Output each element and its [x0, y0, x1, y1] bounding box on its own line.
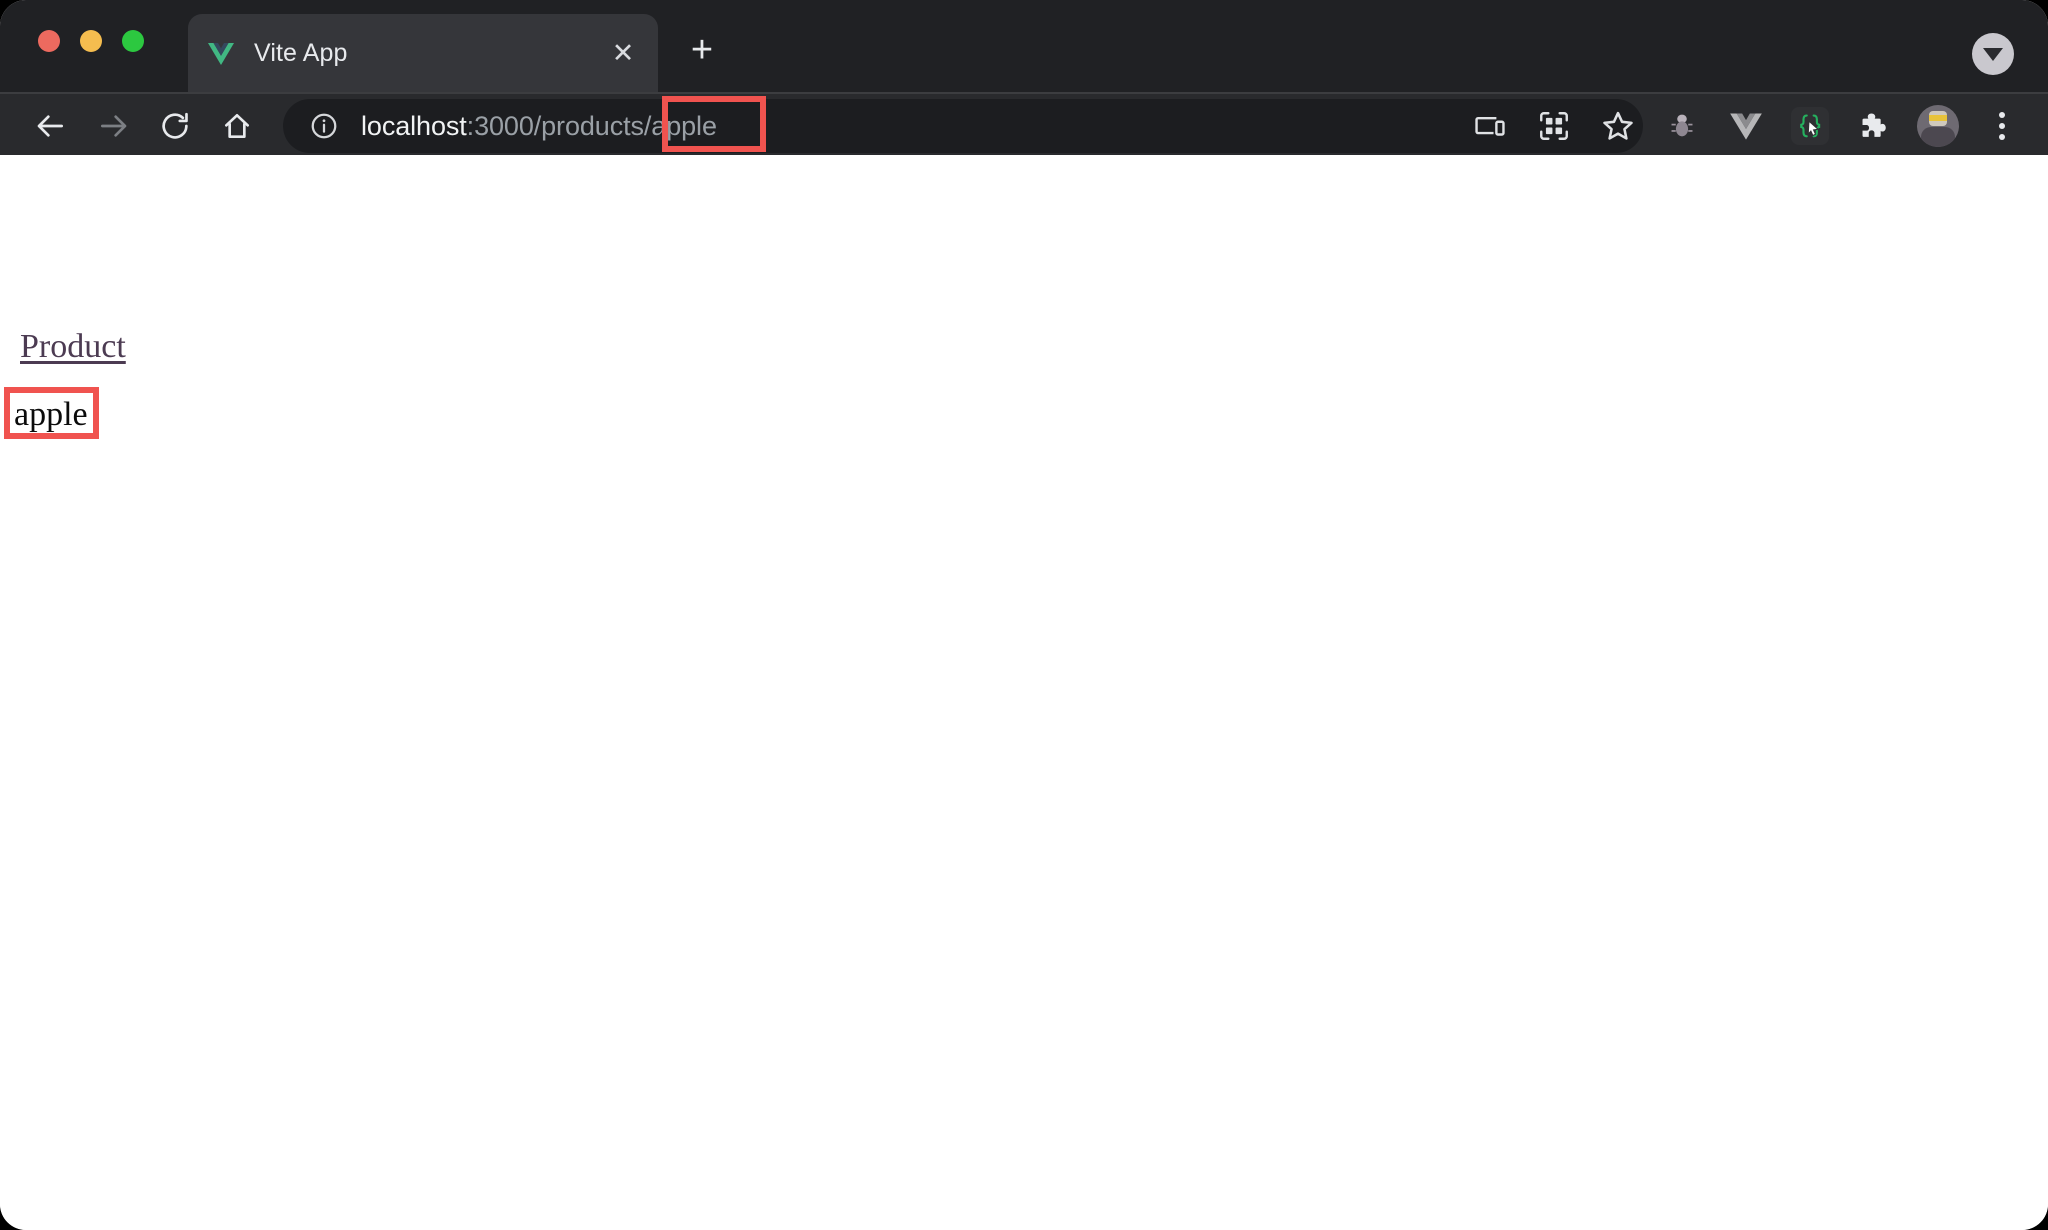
url-host: localhost — [361, 111, 467, 141]
browser-window: Vite App ✕ + localhost:3000/products/app… — [0, 0, 2048, 1230]
bug-extension-icon[interactable] — [1650, 97, 1714, 155]
tab-vite-app[interactable]: Vite App ✕ — [188, 14, 658, 92]
vue-logo-icon — [206, 38, 236, 68]
avatar-image — [1917, 105, 1959, 147]
braces-cursor-extension-icon[interactable] — [1778, 97, 1842, 155]
url-path: :3000/products/apple — [466, 111, 717, 141]
tab-title: Vite App — [254, 39, 348, 67]
puzzle-extensions-icon[interactable] — [1842, 97, 1906, 155]
profile-avatar[interactable] — [1906, 97, 1970, 155]
home-icon — [225, 114, 249, 138]
new-tab-button[interactable]: + — [680, 28, 724, 72]
back-button[interactable] — [20, 98, 82, 154]
screenshot-root: Vite App ✕ + localhost:3000/products/app… — [0, 0, 2048, 1230]
vue-devtools-icon[interactable] — [1714, 97, 1778, 155]
window-traffic-lights — [38, 30, 144, 52]
chevron-down-icon — [1983, 47, 2003, 61]
page-content: Product apple — [0, 155, 2048, 1230]
product-link[interactable]: Product — [20, 327, 126, 367]
tab-search-button[interactable] — [1972, 33, 2014, 75]
reload-icon — [162, 112, 188, 139]
cast-device-icon[interactable] — [1458, 97, 1522, 155]
three-dot-menu-icon[interactable] — [1970, 97, 2034, 155]
braces-cursor-glyph — [1791, 107, 1829, 145]
back-arrow-icon — [37, 115, 63, 137]
navigation-buttons — [20, 98, 268, 154]
window-close-button[interactable] — [38, 30, 60, 52]
tab-strip: Vite App ✕ + — [0, 0, 2048, 92]
home-button[interactable] — [206, 98, 268, 154]
product-name-text: apple — [14, 396, 88, 433]
window-maximize-button[interactable] — [122, 30, 144, 52]
menu-dots-glyph — [1999, 112, 2005, 140]
browser-toolbar: localhost:3000/products/apple — [0, 92, 2048, 157]
address-bar[interactable]: localhost:3000/products/apple — [283, 99, 1643, 153]
tab-close-icon[interactable]: ✕ — [606, 36, 640, 70]
forward-arrow-icon — [101, 115, 127, 137]
info-circle-icon[interactable] — [309, 111, 339, 141]
qr-code-icon[interactable] — [1522, 97, 1586, 155]
address-bar-url: localhost:3000/products/apple — [361, 111, 717, 141]
window-minimize-button[interactable] — [80, 30, 102, 52]
forward-button[interactable] — [82, 98, 144, 154]
toolbar-right-icons — [1458, 97, 2034, 155]
bookmark-star-icon[interactable] — [1586, 97, 1650, 155]
reload-button[interactable] — [144, 98, 206, 154]
